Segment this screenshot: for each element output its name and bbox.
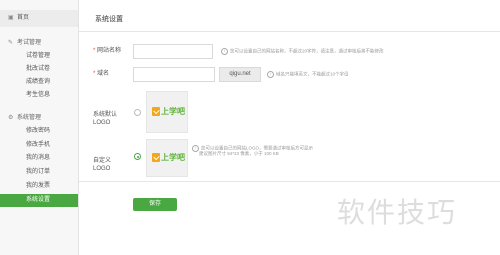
domain-label: * 域名 bbox=[93, 70, 109, 78]
custom-logo-tip-2: 建议图片尺寸 94*23 像素，小于 100 KB bbox=[199, 151, 279, 156]
sidebar-group-exam[interactable]: ✎ 考试管理 bbox=[0, 37, 78, 50]
info-icon: i bbox=[221, 48, 228, 55]
watermark-text: 软件技巧 bbox=[337, 196, 458, 229]
required-mark: * bbox=[93, 71, 96, 77]
edit-icon: ✎ bbox=[8, 40, 14, 46]
domain-label-text: 域名 bbox=[97, 71, 110, 77]
logo-mark-icon bbox=[152, 107, 160, 117]
sidebar-item-label: 考生信息 bbox=[26, 92, 51, 98]
logo-text: 上学吧 bbox=[161, 153, 185, 162]
sidebar-item-label: 批改试卷 bbox=[26, 66, 51, 72]
default-logo-preview: 上学吧 bbox=[146, 91, 188, 133]
sidebar-item-label: 修改密码 bbox=[26, 128, 51, 134]
sidebar-item-label: 系统设置 bbox=[26, 197, 51, 203]
sidebar-item-invoices[interactable]: 我的发票 bbox=[0, 180, 78, 193]
site-name-tip-text: 您可以设置自己的网站名称，不超过20字符，请注意，通过审核后将不能修改 bbox=[230, 48, 384, 54]
sidebar-item-change-phone[interactable]: 修改手机 bbox=[0, 139, 78, 152]
domain-suffix: qigu.net bbox=[219, 67, 261, 82]
domain-tip: i 域名只能填英文，不能超过10个字母 bbox=[267, 71, 349, 78]
sidebar-item-system-settings[interactable]: 系统设置 bbox=[0, 194, 78, 207]
sidebar-home-row[interactable]: ▣ 首页 bbox=[0, 10, 78, 27]
site-name-label: * 网站名称 bbox=[93, 47, 121, 55]
sidebar-item-examinee-info[interactable]: 考生信息 bbox=[0, 89, 78, 102]
home-icon: ▣ bbox=[8, 15, 14, 21]
sidebar-item-paper-manage[interactable]: 试卷管理 bbox=[0, 50, 78, 63]
custom-logo-preview[interactable]: 上学吧 bbox=[146, 139, 188, 177]
sidebar-home-label: 首页 bbox=[17, 15, 30, 21]
domain-tip-text: 域名只能填英文，不能超过10个字母 bbox=[276, 71, 349, 77]
info-icon: i bbox=[267, 71, 274, 78]
sidebar-item-grade-paper[interactable]: 批改试卷 bbox=[0, 63, 78, 76]
sidebar-item-label: 我的消息 bbox=[26, 155, 51, 161]
page-header: 系统设置 bbox=[79, 7, 500, 32]
sidebar-item-label: 试卷管理 bbox=[26, 53, 51, 59]
required-mark: * bbox=[93, 48, 96, 54]
site-name-input[interactable] bbox=[133, 44, 213, 59]
sidebar: ▣ 首页 ✎ 考试管理 试卷管理 批改试卷 成绩查询 考生信息 ⚙ 系统管理 修… bbox=[0, 0, 79, 255]
domain-input[interactable] bbox=[133, 67, 215, 82]
form-divider bbox=[79, 181, 500, 182]
sidebar-group-label: 考试管理 bbox=[17, 40, 42, 46]
site-name-tip: i 您可以设置自己的网站名称，不超过20字符，请注意，通过审核后将不能修改 bbox=[221, 48, 384, 55]
logo-text: 上学吧 bbox=[161, 107, 185, 116]
site-name-label-text: 网站名称 bbox=[97, 48, 122, 54]
sidebar-item-orders[interactable]: 我的订单 bbox=[0, 166, 78, 179]
sidebar-group-system[interactable]: ⚙ 系统管理 bbox=[0, 112, 78, 125]
sidebar-item-messages[interactable]: 我的消息 bbox=[0, 152, 78, 165]
page-title: 系统设置 bbox=[95, 16, 123, 23]
sidebar-item-score-query[interactable]: 成绩查询 bbox=[0, 76, 78, 89]
custom-logo-radio[interactable] bbox=[134, 153, 141, 160]
sidebar-item-label: 我的订单 bbox=[26, 169, 51, 175]
default-logo-label: 系统默认LOGO bbox=[93, 112, 118, 126]
sidebar-group-label: 系统管理 bbox=[17, 115, 42, 121]
logo-mark-icon bbox=[152, 153, 160, 163]
sidebar-home[interactable]: ▣ 首页 bbox=[0, 12, 78, 25]
custom-logo-label: 自定义LOGO bbox=[93, 158, 112, 172]
info-icon: i bbox=[192, 145, 199, 152]
custom-logo-tip-line1: 您可以设置自己的网站LOGO，需要通过审核后方可显示 bbox=[201, 145, 314, 151]
default-logo-radio[interactable] bbox=[134, 109, 141, 116]
custom-logo: 上学吧 bbox=[152, 152, 185, 163]
sidebar-item-change-password[interactable]: 修改密码 bbox=[0, 125, 78, 138]
sidebar-item-label: 我的发票 bbox=[26, 183, 51, 189]
default-logo: 上学吧 bbox=[152, 106, 185, 117]
sidebar-item-label: 修改手机 bbox=[26, 142, 51, 148]
sidebar-item-label: 成绩查询 bbox=[26, 79, 51, 85]
save-button[interactable]: 保存 bbox=[133, 198, 177, 211]
gear-icon: ⚙ bbox=[8, 115, 14, 121]
